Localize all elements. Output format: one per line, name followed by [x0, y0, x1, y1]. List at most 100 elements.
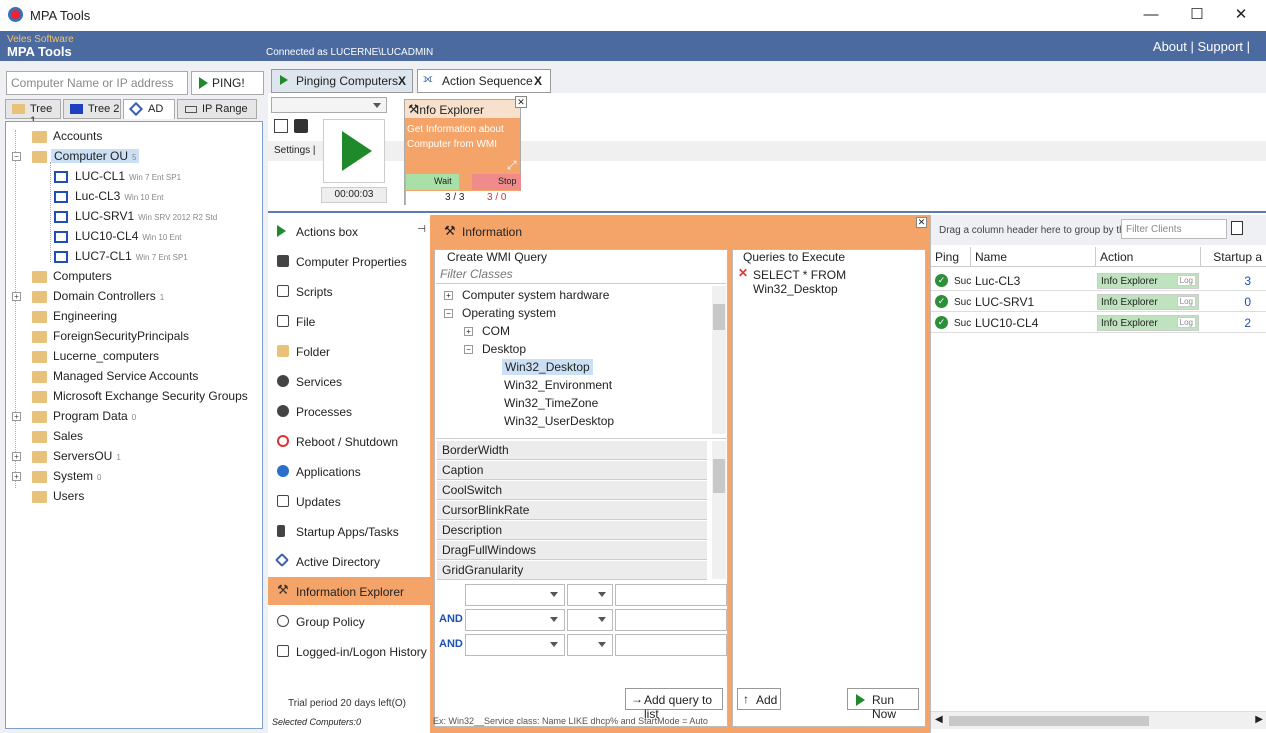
ping-button[interactable]: PING!	[191, 71, 264, 95]
value-input-2[interactable]	[615, 609, 727, 631]
minimize-button[interactable]: —	[1128, 0, 1174, 31]
startup-count-link[interactable]: 3	[1244, 274, 1251, 288]
property-scrollbar[interactable]	[712, 441, 726, 579]
value-input-3[interactable]	[615, 634, 727, 656]
class-node[interactable]: Win32_UserDesktop	[504, 414, 614, 428]
close-card-icon[interactable]: ✕	[515, 96, 527, 108]
action-logon-history[interactable]: Logged-in/Logon History	[268, 637, 430, 665]
scroll-right-icon[interactable]: ▶	[1255, 714, 1263, 725]
action-actions-box[interactable]: Actions box ⊣	[268, 217, 430, 245]
class-node[interactable]: Win32_Environment	[504, 378, 612, 392]
excel-export-icon[interactable]	[1231, 221, 1243, 235]
expand-icon[interactable]: +	[12, 472, 21, 481]
gear-icon	[277, 375, 289, 387]
about-support-links[interactable]: About | Support |	[1153, 39, 1250, 54]
property-item[interactable]: DragFullWindows	[437, 541, 707, 560]
property-select-1[interactable]	[465, 584, 565, 606]
action-reboot-shutdown[interactable]: Reboot / Shutdown	[268, 427, 430, 455]
expand-icon[interactable]: +	[12, 452, 21, 461]
table-row[interactable]: ✓ Suc LUC10-CL4 Info Explorer Log 2	[931, 313, 1266, 333]
class-tree[interactable]: + Computer system hardware − Operating sys…	[436, 286, 728, 436]
table-row[interactable]: ✓ Suc Luc-CL3 Info Explorer Log 3	[931, 271, 1266, 291]
close-tab-icon[interactable]: X	[534, 74, 542, 88]
save-icon[interactable]	[294, 119, 308, 133]
action-services[interactable]: Services	[268, 367, 430, 395]
stop-button[interactable]: Stop	[472, 174, 521, 190]
class-tree-scrollbar[interactable]	[712, 286, 726, 434]
sequence-select[interactable]	[271, 97, 387, 113]
add-query-button[interactable]: → Add query to list	[625, 688, 723, 721]
action-information-explorer[interactable]: ⚒ Information Explorer	[268, 577, 430, 605]
property-item[interactable]: Caption	[437, 461, 707, 480]
log-button[interactable]: Log	[1176, 317, 1196, 328]
success-icon: ✓	[935, 274, 948, 287]
class-node-selected[interactable]: Win32_Desktop	[502, 359, 593, 375]
action-scripts[interactable]: Scripts	[268, 277, 430, 305]
action-active-directory[interactable]: Active Directory	[268, 547, 430, 575]
action-computer-properties[interactable]: Computer Properties	[268, 247, 430, 275]
action-folder[interactable]: Folder	[268, 337, 430, 365]
expand-icon[interactable]: +	[12, 412, 21, 421]
add-button[interactable]: ↑ Add	[737, 688, 781, 710]
remove-query-icon[interactable]: ✕	[738, 266, 748, 280]
action-group-policy[interactable]: Group Policy	[268, 607, 430, 635]
sequence-card-info-explorer[interactable]: ⚒ Info Explorer ✕ Get Information about …	[404, 96, 527, 205]
expand-icon[interactable]: +	[12, 292, 21, 301]
operator-select-1[interactable]	[567, 584, 613, 606]
scroll-left-icon[interactable]: ◀	[935, 714, 943, 725]
action-file[interactable]: File	[268, 307, 430, 335]
log-button[interactable]: Log	[1176, 296, 1196, 307]
property-item[interactable]: BorderWidth	[437, 441, 707, 460]
action-updates[interactable]: Updates	[268, 487, 430, 515]
filter-clients-input[interactable]: Filter Clients	[1121, 219, 1227, 239]
computer-icon	[54, 251, 68, 263]
pin-icon[interactable]: ⊣	[417, 224, 426, 235]
property-item[interactable]: Description	[437, 521, 707, 540]
operator-select-2[interactable]	[567, 609, 613, 631]
maximize-button[interactable]: ☐	[1174, 0, 1220, 31]
close-panel-icon[interactable]: ✕	[916, 217, 927, 228]
chevron-down-icon	[373, 103, 381, 108]
tab-pinging-computers[interactable]: Pinging Computers X	[271, 69, 413, 93]
run-now-button[interactable]: Run Now	[847, 688, 919, 721]
close-tab-icon[interactable]: X	[398, 74, 406, 88]
ad-tree[interactable]: Accounts − Computer OU 5 LUC-CL1 Win 7 Ent …	[5, 121, 263, 729]
action-startup-apps[interactable]: Startup Apps/Tasks	[268, 517, 430, 545]
property-select-2[interactable]	[465, 609, 565, 631]
value-input-1[interactable]	[615, 584, 727, 606]
group-by-bar[interactable]: Drag a column header here to group by th…	[931, 215, 1266, 245]
run-sequence-button[interactable]	[323, 119, 385, 183]
horizontal-scrollbar[interactable]: ◀ ▶	[931, 711, 1266, 729]
new-sequence-icon[interactable]	[274, 119, 288, 133]
operator-select-3[interactable]	[567, 634, 613, 656]
close-button[interactable]: ✕	[1218, 0, 1264, 31]
column-action[interactable]: Action	[1096, 247, 1201, 267]
tab-ad[interactable]: AD	[123, 99, 175, 119]
startup-count-link[interactable]: 0	[1244, 295, 1251, 309]
tab-tree-1[interactable]: Tree 1	[5, 99, 61, 127]
column-ping[interactable]: Ping	[931, 247, 971, 267]
tab-action-sequence[interactable]: ⟗ Action Sequence X	[417, 69, 551, 93]
class-node[interactable]: Win32_TimeZone	[504, 396, 598, 410]
column-name[interactable]: Name	[971, 247, 1096, 267]
startup-count-link[interactable]: 2	[1244, 316, 1251, 330]
settings-link[interactable]: Settings |	[274, 145, 316, 156]
property-list[interactable]: BorderWidth Caption CoolSwitch CursorBli…	[436, 438, 728, 580]
tab-tree-2[interactable]: Tree 2	[63, 99, 121, 119]
query-item[interactable]: SELECT * FROM Win32_Desktop	[753, 268, 925, 296]
property-select-3[interactable]	[465, 634, 565, 656]
action-applications[interactable]: Applications	[268, 457, 430, 485]
log-button[interactable]: Log	[1176, 275, 1196, 286]
wait-button[interactable]: Wait	[406, 174, 459, 190]
property-item[interactable]: CursorBlinkRate	[437, 501, 707, 520]
property-item[interactable]: CoolSwitch	[437, 481, 707, 500]
expand-icon[interactable]: ⤢	[507, 158, 517, 173]
property-item[interactable]: GridGranularity	[437, 561, 707, 580]
table-row[interactable]: ✓ Suc LUC-SRV1 Info Explorer Log 0	[931, 292, 1266, 312]
collapse-icon[interactable]: −	[12, 152, 21, 161]
action-processes[interactable]: Processes	[268, 397, 430, 425]
computer-name-input[interactable]: Computer Name or IP address	[6, 71, 188, 95]
filter-classes-input[interactable]: Filter Classes	[436, 264, 726, 284]
column-startup[interactable]: Startup a	[1201, 247, 1266, 267]
tab-ip-range[interactable]: IP Range	[177, 99, 257, 119]
